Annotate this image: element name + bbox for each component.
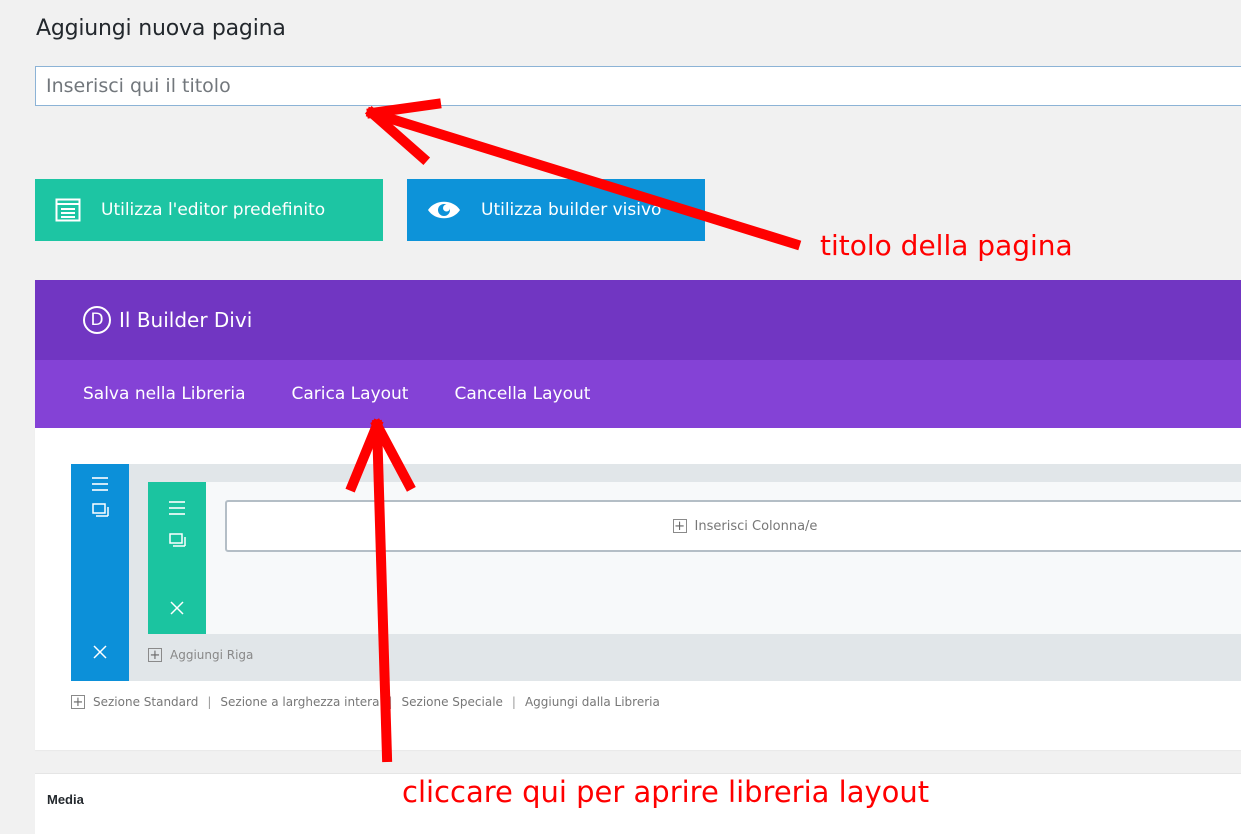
document-icon bbox=[55, 198, 81, 222]
add-from-library-link[interactable]: Aggiungi dalla Libreria bbox=[525, 695, 660, 709]
save-to-library-link[interactable]: Salva nella Libreria bbox=[83, 384, 246, 404]
add-row-button[interactable]: + Aggiungi Riga bbox=[148, 648, 253, 662]
annotation-title-note: titolo della pagina bbox=[820, 229, 1073, 262]
delete-row-icon[interactable] bbox=[148, 600, 206, 616]
specialty-section-link[interactable]: Sezione Speciale bbox=[402, 695, 503, 709]
builder-toolbar: Salva nella Libreria Carica Layout Cance… bbox=[35, 360, 1241, 428]
plus-icon: + bbox=[148, 647, 162, 663]
use-visual-builder-button[interactable]: Utilizza builder visivo bbox=[407, 179, 705, 241]
divi-builder-panel: D Il Builder Divi Salva nella Libreria C… bbox=[35, 280, 1241, 750]
move-icon[interactable] bbox=[148, 500, 206, 516]
load-layout-link[interactable]: Carica Layout bbox=[292, 384, 409, 404]
plus-icon: + bbox=[71, 694, 85, 710]
page-heading: Aggiungi nuova pagina bbox=[36, 16, 286, 41]
fullwidth-section-link[interactable]: Sezione a larghezza intera bbox=[220, 695, 379, 709]
add-section-links: + Sezione Standard | Sezione a larghezza… bbox=[71, 694, 660, 710]
builder-header: D Il Builder Divi bbox=[35, 280, 1241, 360]
settings-icon[interactable] bbox=[71, 502, 129, 518]
row-handle bbox=[148, 482, 206, 634]
move-icon[interactable] bbox=[71, 476, 129, 492]
add-row-label: Aggiungi Riga bbox=[170, 648, 254, 662]
divi-logo-icon: D bbox=[83, 306, 111, 334]
settings-icon[interactable] bbox=[148, 532, 206, 548]
use-default-editor-button[interactable]: Utilizza l'editor predefinito bbox=[35, 179, 383, 241]
plus-icon: + bbox=[672, 518, 687, 534]
annotation-layout-note: cliccare qui per aprire libreria layout bbox=[402, 775, 930, 809]
use-default-editor-label: Utilizza l'editor predefinito bbox=[101, 200, 326, 220]
page-title-input[interactable] bbox=[35, 66, 1241, 106]
standard-section-link[interactable]: Sezione Standard bbox=[93, 695, 198, 709]
builder-title: Il Builder Divi bbox=[119, 308, 253, 332]
section-handle bbox=[71, 464, 129, 681]
media-label: Media bbox=[47, 792, 84, 807]
builder-section: + Inserisci Colonna/e + Aggiungi Riga bbox=[71, 464, 1241, 681]
use-visual-builder-label: Utilizza builder visivo bbox=[481, 200, 662, 220]
delete-section-icon[interactable] bbox=[71, 644, 129, 660]
eye-icon bbox=[427, 199, 461, 221]
builder-row: + Inserisci Colonna/e bbox=[148, 482, 1241, 634]
insert-columns-button[interactable]: + Inserisci Colonna/e bbox=[225, 500, 1241, 552]
clear-layout-link[interactable]: Cancella Layout bbox=[454, 384, 590, 404]
insert-columns-label: Inserisci Colonna/e bbox=[694, 518, 818, 534]
